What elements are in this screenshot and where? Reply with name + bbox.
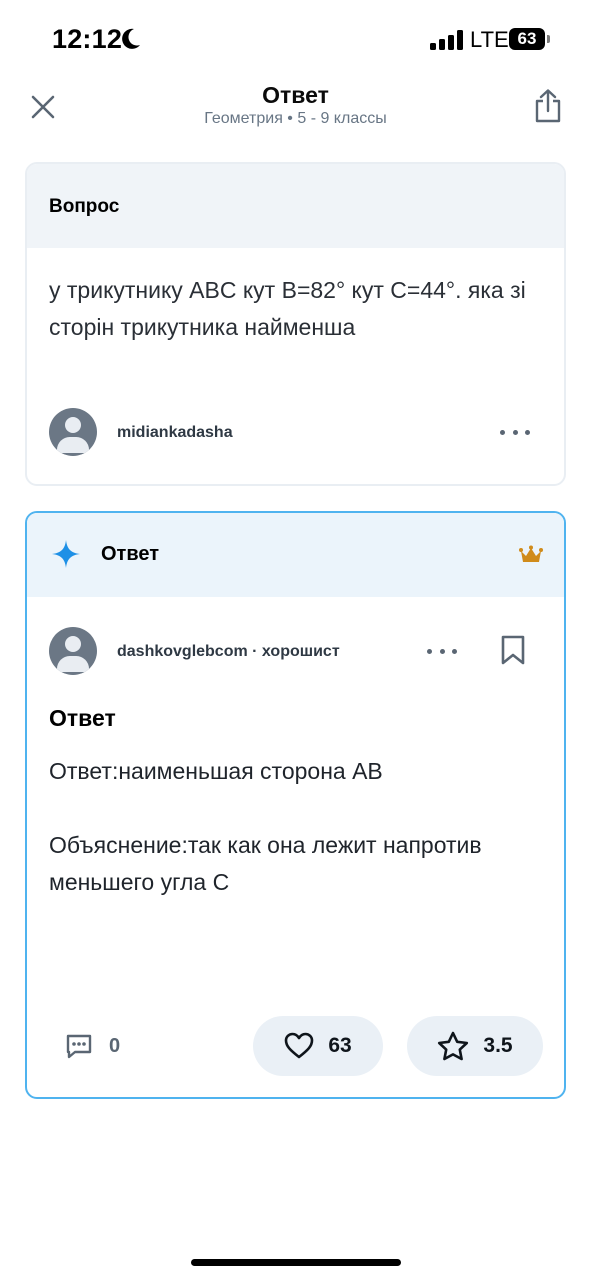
comments-button[interactable]: 0: [65, 1031, 120, 1061]
status-bar: 12:12 LTE 63: [0, 0, 591, 80]
like-count: 63: [328, 1034, 352, 1057]
question-text: у трикутнику ABC кут B=82° кут C=44°. як…: [49, 277, 526, 340]
more-dot: [452, 648, 457, 654]
crown-icon: [519, 545, 543, 562]
question-card-header: Вопрос: [27, 164, 564, 248]
battery-cap: [547, 35, 550, 43]
heart-icon: [285, 1032, 314, 1059]
answer-card-header: Ответ: [27, 513, 564, 597]
top-nav: Ответ Геометрия • 5 - 9 классы: [0, 80, 591, 140]
answer-author-avatar[interactable]: [49, 627, 97, 675]
answer-body: Ответ:наименьшая сторона АВ Объяснение:т…: [49, 753, 539, 901]
question-author-avatar[interactable]: [49, 408, 97, 456]
more-dot: [512, 429, 518, 435]
bookmark-icon[interactable]: [500, 635, 526, 665]
rating-value: 3.5: [483, 1034, 513, 1057]
share-button[interactable]: [530, 86, 566, 126]
question-author-name[interactable]: midiankadasha: [117, 424, 233, 442]
rating-button[interactable]: 3.5: [407, 1016, 543, 1076]
answer-author-name[interactable]: dashkovglebcom · хорошист: [117, 643, 340, 661]
network-label: LTE: [470, 27, 509, 52]
avatar-head: [65, 417, 81, 433]
question-more-button[interactable]: [500, 422, 530, 442]
question-label: Вопрос: [49, 196, 120, 217]
sparkle-icon: [52, 540, 80, 568]
avatar-body: [57, 656, 89, 672]
more-dot: [427, 648, 432, 654]
status-time: 12:12: [52, 24, 123, 54]
avatar-head: [65, 636, 81, 652]
answer-label: Ответ: [101, 543, 160, 565]
signal-icon: [430, 30, 463, 50]
question-card: Вопрос у трикутнику ABC кут B=82° кут C=…: [25, 162, 566, 486]
moon-icon: [122, 28, 140, 49]
more-dot: [500, 429, 505, 435]
battery-level: 63: [517, 29, 537, 48]
share-icon: [535, 89, 561, 123]
page-title: Ответ: [262, 82, 329, 108]
like-button[interactable]: 63: [253, 1016, 383, 1076]
home-indicator[interactable]: [191, 1259, 401, 1266]
star-icon: [438, 1031, 469, 1061]
explanation-paragraph: Объяснение:так как она лежит напротив ме…: [49, 832, 482, 895]
battery-indicator: 63: [509, 28, 545, 50]
more-dot: [525, 429, 530, 435]
answer-card: Ответ dashkovglebcom · хорошист Ответ От…: [25, 511, 566, 1099]
answer-more-button[interactable]: [427, 641, 457, 661]
more-dot: [439, 648, 445, 654]
comment-icon: [66, 1034, 92, 1059]
page-subtitle: Геометрия • 5 - 9 классы: [204, 110, 387, 127]
answer-paragraph: Ответ:наименьшая сторона АВ: [49, 758, 383, 784]
avatar-body: [57, 437, 89, 453]
comment-count: 0: [109, 1034, 121, 1057]
answer-heading: Ответ: [49, 705, 116, 731]
